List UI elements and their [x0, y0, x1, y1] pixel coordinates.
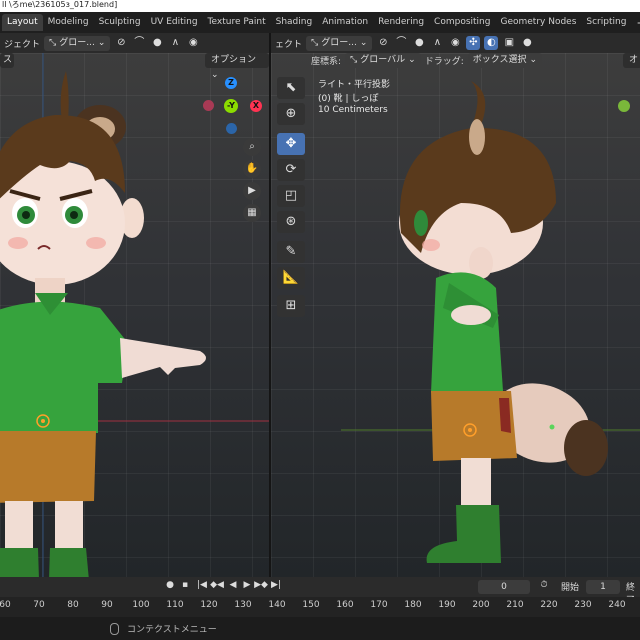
window-title-bar: ll \ろme\236105з_017.blend] [0, 0, 640, 12]
prev-keyframe-icon[interactable]: ◆◀ [210, 580, 224, 590]
pivot-icon[interactable]: ⊘ [376, 36, 390, 50]
ruler-tick-label: 170 [370, 600, 388, 610]
record-icon[interactable]: ● [163, 580, 177, 590]
tab-shading[interactable]: Shading [271, 14, 318, 31]
left-orientation-dropdown[interactable]: ⤡ グロー... ⌄ [44, 35, 111, 51]
ruler-tick-label: 200 [472, 600, 490, 610]
timeline-ruler[interactable]: 60 70 80 90 100 110 120 130 140 150 160 170 180 190 20… [0, 597, 640, 617]
window-title: ll \ろme\236105з_017.blend] [2, 0, 118, 9]
visibility-icon[interactable]: ◉ [186, 36, 200, 50]
ruler-tick-label: 90 [101, 600, 113, 610]
timeline-header: ● ▪ |◀ ◆◀ ◀ ▶ ▶◆ ▶| 0 ⏱ 開始 1 終了 [0, 577, 640, 606]
play-icon[interactable]: ▶ [240, 580, 254, 590]
ruler-tick-label: 180 [404, 600, 422, 610]
pivot-icon[interactable]: ⊘ [114, 36, 128, 50]
ruler-tick-label: 160 [336, 600, 354, 610]
character-front-view [0, 53, 269, 577]
left-orientation-value: グロー... [59, 37, 95, 48]
tab-modeling[interactable]: Modeling [43, 14, 94, 31]
snap-icon[interactable]: ⌒ [132, 36, 146, 50]
left-viewport-header: ジェクト ⤡ グロー... ⌄ ⊘ ⌒ ● ∧ ◉ [0, 33, 269, 53]
stopwatch-icon[interactable]: ⏱ [537, 580, 551, 590]
orientation-icon: ⤡ [311, 37, 319, 48]
ruler-tick-label: 240 [608, 600, 626, 610]
character-side-view [341, 81, 640, 563]
ruler-tick-label: 100 [132, 600, 150, 610]
right-orientation-value: グロー... [321, 37, 357, 48]
right-orientation-dropdown[interactable]: ⤡ グロー... ⌄ [306, 35, 373, 51]
ruler-tick-label: 140 [268, 600, 286, 610]
mouse-right-icon [110, 622, 119, 635]
ruler-tick-label: 110 [166, 600, 184, 610]
tab-texture-paint[interactable]: Texture Paint [203, 14, 271, 31]
chevron-down-icon: ⌄ [97, 37, 106, 48]
tab-animation[interactable]: Animation [317, 14, 373, 31]
play-reverse-icon[interactable]: ◀ [226, 580, 240, 590]
proportional-edit-icon[interactable]: ● [150, 36, 164, 50]
orientation-icon: ⤡ [49, 37, 57, 48]
ruler-tick-label: 150 [302, 600, 320, 610]
ruler-tick-label: 80 [67, 600, 79, 610]
context-menu-hint: コンテクストメニュー [127, 625, 217, 635]
falloff-icon[interactable]: ∧ [430, 36, 444, 50]
right-mode-label[interactable]: ェクト [275, 37, 302, 50]
jump-start-icon[interactable]: |◀ [195, 580, 209, 590]
left-3d-viewport[interactable]: ス オプション ⌄ Z -Y X ⌕ ✋ ▶ ▦ [0, 53, 269, 577]
visibility-icon[interactable]: ◉ [448, 36, 462, 50]
right-3d-viewport[interactable]: オ 座標系: ⤡ グローバル ⌄ ドラッグ: ボックス選択 ⌄ ライト・平行投影… [271, 53, 640, 577]
start-label: 開始 [561, 583, 580, 593]
ruler-tick-label: 190 [438, 600, 456, 610]
proportional-edit-icon[interactable]: ● [412, 36, 426, 50]
tab-rendering[interactable]: Rendering [373, 14, 429, 31]
xray-icon[interactable]: ▣ [502, 36, 516, 50]
left-mode-label[interactable]: ジェクト [4, 37, 40, 50]
current-frame-field[interactable]: 0 [478, 580, 530, 594]
ruler-tick-label: 220 [540, 600, 558, 610]
status-bar: コンテクストメニュー [0, 617, 640, 640]
add-workspace-button[interactable]: + [631, 16, 640, 30]
tab-uv-editing[interactable]: UV Editing [146, 14, 203, 31]
tab-sculpting[interactable]: Sculpting [94, 14, 146, 31]
tab-geometry-nodes[interactable]: Geometry Nodes [495, 14, 581, 31]
tab-scripting[interactable]: Scripting [581, 14, 631, 31]
right-viewport-header: ェクト ⤡ グロー... ⌄ ⊘ ⌒ ● ∧ ◉ ✣ ◐ ▣ ● [271, 33, 640, 53]
next-keyframe-icon[interactable]: ▶◆ [254, 580, 268, 590]
ruler-tick-label: 130 [234, 600, 252, 610]
ruler-tick-label: 230 [574, 600, 592, 610]
overlay-toggle-icon[interactable]: ◐ [484, 36, 499, 50]
ruler-tick-label: 120 [200, 600, 218, 610]
ruler-tick-label: 210 [506, 600, 524, 610]
tab-compositing[interactable]: Compositing [429, 14, 495, 31]
ruler-tick-label: 70 [33, 600, 45, 610]
jump-end-icon[interactable]: ▶| [269, 580, 283, 590]
ruler-tick-label: 60 [0, 600, 11, 610]
keying-set-icon[interactable]: ▪ [178, 580, 192, 590]
snap-icon[interactable]: ⌒ [394, 36, 408, 50]
falloff-icon[interactable]: ∧ [168, 36, 182, 50]
start-frame-field[interactable]: 1 [586, 580, 620, 594]
chevron-down-icon: ⌄ [359, 37, 368, 48]
gizmo-toggle-icon[interactable]: ✣ [466, 36, 481, 50]
workspace-tabs: Layout Modeling Sculpting UV Editing Tex… [0, 12, 640, 33]
tab-layout[interactable]: Layout [2, 14, 43, 31]
shading-solid-icon[interactable]: ● [520, 36, 534, 50]
